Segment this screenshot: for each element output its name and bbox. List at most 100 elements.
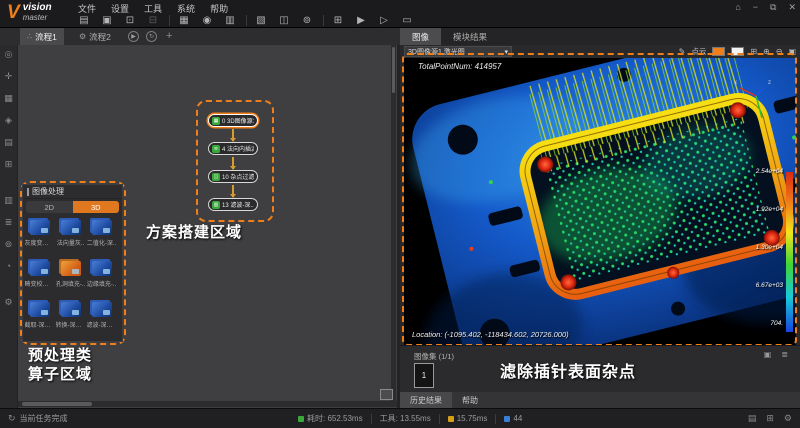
operator-label: 灰度变换-深.. <box>24 241 55 247</box>
crosshair-icon[interactable]: ✛ <box>5 71 13 93</box>
save-icon[interactable]: ▤ <box>76 15 92 26</box>
main-toolbar: ▤ ▣ ⊡ ⊟ ▦ ◉ ▥ ▧ ◫ ⊚ ⊞ ▶ ▷ ▭ <box>76 13 422 27</box>
max-time: 15.75ms <box>456 414 488 423</box>
tab-flow2[interactable]: ⚙ 流程2 <box>72 28 118 45</box>
home-icon[interactable]: ⌂ <box>735 2 740 13</box>
viewport-annotation-box <box>402 53 797 346</box>
flow-node-image-source[interactable]: ▦ 0 3D图像源1 <box>208 114 258 127</box>
tab-module-result[interactable]: 模块结果 <box>441 28 499 45</box>
image-thumbnail[interactable]: 1 <box>414 363 434 388</box>
task-status-text: 当前任务完成 <box>19 414 68 423</box>
operator-thumbnail-icon <box>91 220 112 235</box>
operator-thumbnail-icon <box>60 220 81 235</box>
operator-thumbnail-icon <box>91 302 112 317</box>
annotation-line1: 预处理类 <box>28 347 93 364</box>
operator-label: 边缘填充-.. <box>86 282 117 288</box>
visionmaster-window: V vision master 文件 设置 工具 系统 帮助 ▤ ▣ ⊡ ⊟ ▦… <box>0 0 800 428</box>
format-icon[interactable]: ▭ <box>399 15 415 26</box>
list-icon[interactable]: ▤ <box>4 137 13 159</box>
main-area: ◎ ✛ ▦ ◈ ▤ ⊞ ▥ ≣ ⊚ ◔ ⚙ ▦ 0 3D图像源1 ≋ 4 法向内… <box>0 45 800 408</box>
operator-thumbnail-icon <box>60 261 81 276</box>
clock-icon[interactable]: ◔ <box>6 261 11 283</box>
tab-help[interactable]: 帮助 <box>452 392 488 408</box>
run-count: 44 <box>513 414 523 423</box>
operator-normal-gray[interactable]: 法向量灰.. <box>55 217 86 258</box>
flow-node-outlier-filter[interactable]: ◫ 10 杂点过滤.. <box>208 170 258 183</box>
image-set-strip: 图像集 (1/1) 1 滤除插针表面杂点 ▣ ≣ <box>400 345 800 392</box>
logo-text-master: master <box>22 13 48 22</box>
camera-lens-icon[interactable]: ◎ <box>5 49 13 71</box>
restore-icon[interactable]: ⧉ <box>770 2 776 13</box>
minimize-icon[interactable]: − <box>753 2 758 13</box>
layout-icon[interactable]: ⊞ <box>766 413 774 424</box>
operator-thumbnail-icon <box>60 302 81 317</box>
operator-thumbnail-icon <box>29 261 50 276</box>
toolbar-separator <box>323 14 324 26</box>
module-icon[interactable]: ◫ <box>276 15 292 26</box>
add-flow-button[interactable]: + <box>166 30 172 42</box>
operator-filter-depth[interactable]: 滤波-深度图 <box>86 299 117 340</box>
time-status-dot <box>298 415 304 422</box>
operator-edge-fill[interactable]: 边缘填充-.. <box>86 258 117 299</box>
open-icon[interactable]: ▣ <box>99 15 115 26</box>
flow-canvas[interactable]: ▦ 0 3D图像源1 ≋ 4 法向内插滤.. ◫ 10 杂点过滤.. ▥ 13 … <box>18 45 397 408</box>
operator-label: 转换-深度图 <box>55 323 86 329</box>
import-icon[interactable]: ⊟ <box>145 15 161 26</box>
window-layout-icon[interactable]: ⊞ <box>330 15 346 26</box>
tab-3d[interactable]: 3D <box>72 201 119 213</box>
flow-node-normal-interp[interactable]: ≋ 4 法向内插滤.. <box>208 142 258 155</box>
node-icon: ▥ <box>212 200 220 209</box>
left-sidebar: ◎ ✛ ▦ ◈ ▤ ⊞ ▥ ≣ ⊚ ◔ ⚙ <box>0 45 18 408</box>
tab-history-results[interactable]: 历史结果 <box>400 392 452 408</box>
camera-icon[interactable]: ◉ <box>199 15 215 26</box>
data-icon[interactable]: ▧ <box>253 15 269 26</box>
settings-icon[interactable]: ⚙ <box>4 297 12 319</box>
panel-handle <box>27 187 29 196</box>
flow-connector <box>230 185 236 198</box>
run-continuous-icon[interactable]: ▷ <box>376 15 392 26</box>
tab-flow1[interactable]: ∴ 流程1 <box>20 28 64 45</box>
wrench-icon: ⚙ <box>79 32 87 41</box>
operator-gray-transform[interactable]: 灰度变换-深.. <box>24 217 55 258</box>
gear-icon[interactable]: ⚙ <box>784 413 792 424</box>
operator-convert-depth[interactable]: 转换-深度图 <box>55 299 86 340</box>
operator-thumbnail-icon <box>29 220 50 235</box>
export-icon[interactable]: ⊡ <box>122 15 138 26</box>
menu-icon[interactable]: ≣ <box>5 217 13 239</box>
image-icon[interactable]: ▦ <box>4 93 13 115</box>
communication-icon[interactable]: ⊚ <box>299 15 315 26</box>
canvas-vertical-scrollbar[interactable] <box>391 45 396 401</box>
operator-binarize[interactable]: 二值化-深.. <box>86 217 117 258</box>
operator-crop-depth[interactable]: 截取-深度图 <box>24 299 55 340</box>
run-once-icon[interactable]: ▶ <box>353 15 369 26</box>
tab-2d[interactable]: 2D <box>26 201 73 213</box>
shapes-icon[interactable]: ◈ <box>5 115 12 137</box>
network-icon[interactable]: ⊚ <box>5 239 13 261</box>
minimap-toggle[interactable] <box>380 389 393 400</box>
flow-area-annotation-label: 方案搭建区域 <box>146 224 243 241</box>
close-icon[interactable]: ✕ <box>788 2 796 13</box>
canvas-horizontal-scrollbar[interactable] <box>18 401 397 407</box>
window-controls: ⌂ − ⧉ ✕ <box>735 2 796 13</box>
log-icon[interactable]: ▤ <box>748 413 757 424</box>
operator-distortion-correct[interactable]: 畸变校正-深.. <box>24 258 55 299</box>
node-icon: ▦ <box>212 116 220 125</box>
result-tab-row: 图像 模块结果 <box>400 28 800 45</box>
operator-hole-fill[interactable]: 孔洞填充-.. <box>55 258 86 299</box>
grid-icon[interactable]: ⊞ <box>5 159 13 181</box>
node-label: 10 杂点过滤.. <box>222 175 254 181</box>
result-bottom-tabs: 历史结果 帮助 <box>400 392 800 408</box>
loop-flow-icon[interactable]: ↻ <box>146 31 157 42</box>
image-icon[interactable]: ▦ <box>176 15 192 26</box>
run-flow-icon[interactable]: ▶ <box>128 31 139 42</box>
count-status-dot <box>504 415 511 422</box>
operator-label: 二值化-深.. <box>86 241 117 247</box>
tab-image[interactable]: 图像 <box>400 28 442 45</box>
barcode-icon[interactable]: ▥ <box>4 195 13 217</box>
flow-node-depth-filter[interactable]: ▥ 13 滤波-深.. <box>208 198 258 211</box>
strip-list-icon[interactable]: ≣ <box>781 350 788 359</box>
operator-label: 孔洞填充-.. <box>55 282 86 288</box>
strip-layout-icon[interactable]: ▣ <box>764 350 772 359</box>
node-label: 0 3D图像源1 <box>222 119 254 125</box>
barcode-icon[interactable]: ▥ <box>222 15 238 26</box>
